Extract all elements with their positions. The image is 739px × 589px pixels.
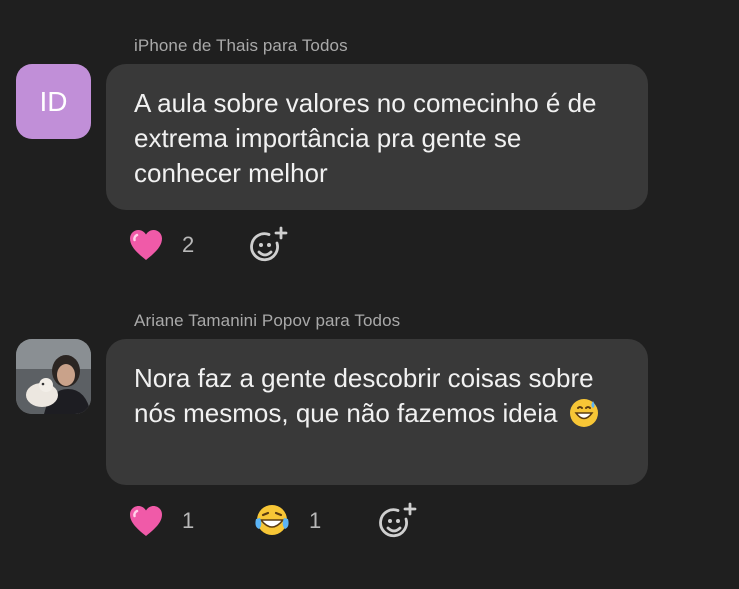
add-reaction-button[interactable] bbox=[376, 502, 418, 548]
pink-heart-icon bbox=[130, 230, 162, 260]
message-bubble[interactable]: A aula sobre valores no comecinho é de e… bbox=[106, 64, 648, 210]
message-text: A aula sobre valores no comecinho é de e… bbox=[134, 88, 597, 188]
message-bubble[interactable]: Nora faz a gente descobrir coisas sobre … bbox=[106, 339, 648, 485]
reaction-heart[interactable]: 2 bbox=[128, 228, 194, 262]
message-sender: Ariane Tamanini Popov para Todos bbox=[134, 311, 401, 330]
reaction-laugh[interactable]: 1 bbox=[253, 503, 321, 539]
profile-photo bbox=[16, 339, 91, 414]
grinning-sweat-emoji-icon bbox=[569, 399, 598, 427]
pink-heart-icon bbox=[130, 506, 162, 536]
reaction-count: 1 bbox=[309, 508, 322, 533]
reaction-heart[interactable]: 1 bbox=[128, 504, 194, 538]
avatar[interactable]: ID bbox=[16, 64, 91, 139]
tears-of-joy-icon bbox=[255, 505, 289, 535]
add-reaction-icon bbox=[379, 502, 417, 538]
add-reaction-icon bbox=[250, 226, 288, 262]
reaction-count: 2 bbox=[182, 232, 195, 257]
add-reaction-button[interactable] bbox=[247, 226, 289, 272]
reaction-count: 1 bbox=[182, 508, 195, 533]
message-text: Nora faz a gente descobrir coisas sobre … bbox=[134, 363, 594, 428]
message-sender: iPhone de Thais para Todos bbox=[134, 36, 348, 55]
avatar[interactable] bbox=[16, 339, 91, 414]
